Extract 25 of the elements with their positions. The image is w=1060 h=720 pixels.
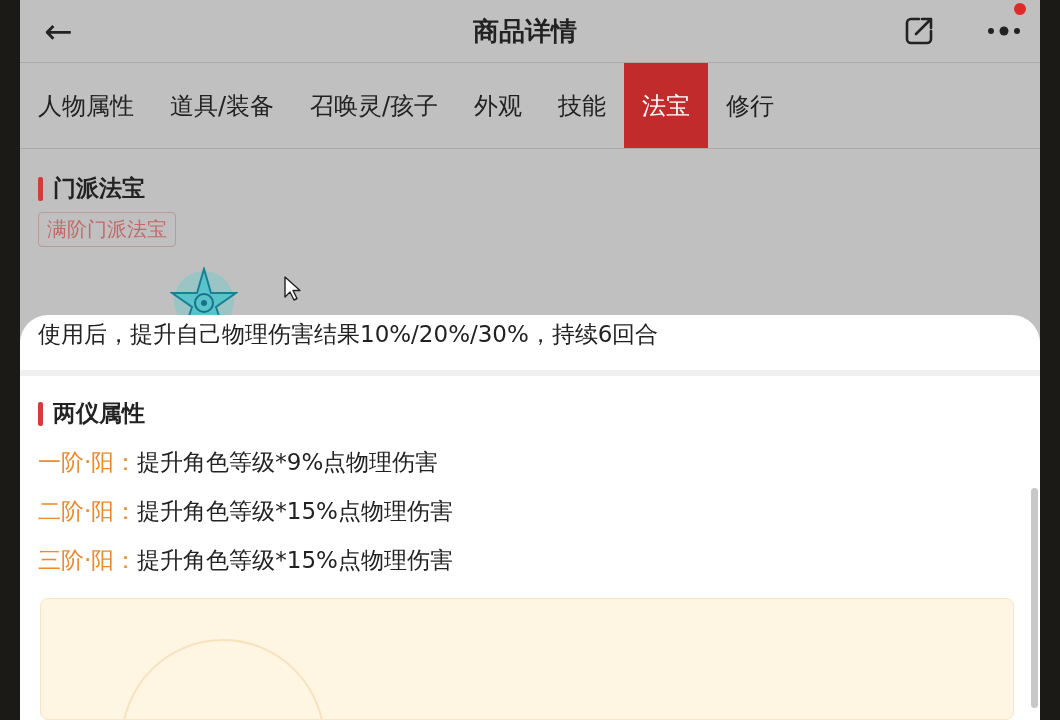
attribute-value: 提升角色等级*15%点物理伤害 bbox=[137, 547, 453, 573]
more-icon[interactable] bbox=[986, 25, 1022, 37]
section-heading: 两仪属性 bbox=[53, 399, 145, 428]
heading-bar bbox=[38, 176, 43, 201]
tab[interactable]: 法宝 bbox=[624, 63, 709, 148]
tab[interactable]: 道具/装备 bbox=[152, 63, 293, 148]
back-button[interactable]: ← bbox=[38, 14, 79, 48]
attribute-label: 二阶·阳： bbox=[38, 498, 138, 524]
heading-bar bbox=[38, 401, 43, 426]
tab[interactable]: 外观 bbox=[456, 63, 541, 148]
page-title: 商品详情 bbox=[472, 14, 579, 48]
tab[interactable]: 召唤灵/孩子 bbox=[292, 63, 457, 148]
tag: 满阶门派法宝 bbox=[38, 212, 176, 247]
attribute-value: 提升角色等级*9%点物理伤害 bbox=[137, 449, 439, 475]
scrollbar[interactable] bbox=[1031, 488, 1038, 708]
cursor-icon bbox=[283, 275, 301, 301]
attribute-label: 三阶·阳： bbox=[38, 547, 138, 573]
notification-dot bbox=[1014, 3, 1026, 15]
attribute-value: 提升角色等级*15%点物理伤害 bbox=[137, 498, 453, 524]
attribute-label: 一阶·阳： bbox=[38, 449, 138, 475]
tab[interactable]: 修行 bbox=[708, 63, 793, 148]
description-text: 使用后，提升自己物理伤害结果10%/20%/30%，持续6回合 bbox=[38, 320, 660, 349]
tab[interactable]: 技能 bbox=[540, 63, 625, 148]
tab[interactable]: 人物属性 bbox=[20, 63, 152, 148]
section-heading: 门派法宝 bbox=[53, 174, 145, 203]
